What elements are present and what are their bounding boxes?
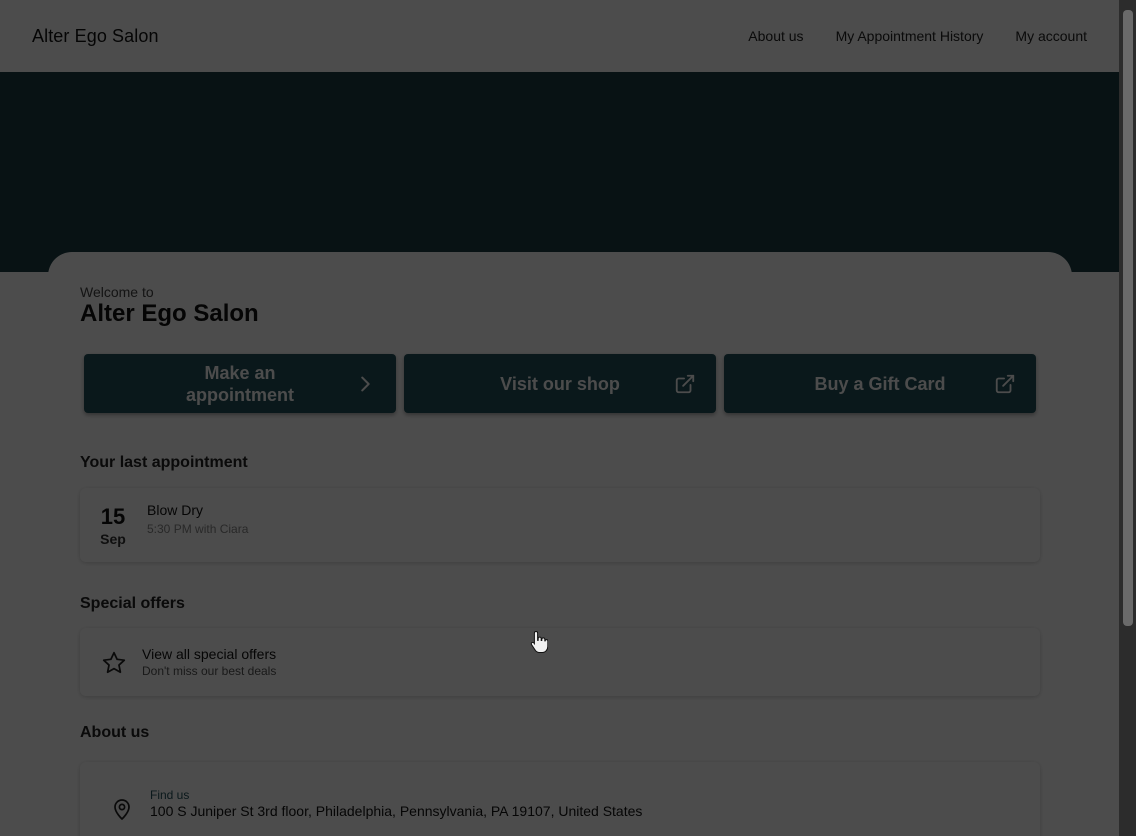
top-navigation: Alter Ego Salon About us My Appointment … (0, 0, 1119, 72)
nav-links: About us My Appointment History My accou… (748, 28, 1087, 44)
nav-link-appointment-history[interactable]: My Appointment History (836, 28, 984, 44)
external-link-icon (675, 374, 695, 393)
last-appointment-heading: Your last appointment (80, 454, 248, 471)
special-offers-subtitle: Don't miss our best deals (142, 664, 277, 678)
welcome-title: Alter Ego Salon (80, 300, 259, 327)
brand-logo-text[interactable]: Alter Ego Salon (32, 26, 159, 47)
salon-address: 100 S Juniper St 3rd floor, Philadelphia… (150, 803, 643, 819)
special-offers-heading: Special offers (80, 595, 185, 612)
last-appointment-card[interactable]: 15 Sep Blow Dry 5:30 PM with Ciara (80, 488, 1040, 562)
appointment-service: Blow Dry (147, 502, 204, 518)
about-us-heading: About us (80, 724, 150, 741)
appointment-day: 15 (100, 504, 126, 529)
map-pin-icon (114, 799, 130, 820)
visit-shop-label: Visit our shop (500, 373, 620, 394)
special-offers-card[interactable]: View all special offers Don't miss our b… (80, 628, 1040, 696)
vertical-scrollbar[interactable] (1119, 0, 1136, 836)
scrollbar-thumb[interactable] (1123, 10, 1133, 626)
appointment-meta: 5:30 PM with Ciara (147, 522, 249, 536)
special-offers-title: View all special offers (142, 646, 277, 662)
make-appointment-label: Make an appointment (186, 362, 294, 405)
chevron-right-icon (361, 376, 370, 391)
hand-cursor-icon (530, 630, 548, 653)
find-us-card[interactable]: Find us 100 S Juniper St 3rd floor, Phil… (80, 762, 1040, 836)
make-appointment-button[interactable]: Make an appointment (84, 354, 396, 413)
buy-gift-card-button[interactable]: Buy a Gift Card (724, 354, 1036, 413)
visit-shop-button[interactable]: Visit our shop (404, 354, 716, 413)
page-viewport: Alter Ego Salon About us My Appointment … (0, 0, 1119, 836)
nav-link-my-account[interactable]: My account (1015, 28, 1087, 44)
main-card: Welcome to Alter Ego Salon Make an appoi… (48, 252, 1072, 836)
welcome-subtitle: Welcome to (80, 284, 154, 300)
action-buttons: Make an appointment Visit our shop Buy a… (84, 354, 1036, 413)
appointment-month: Sep (100, 531, 126, 547)
external-link-icon (995, 374, 1015, 393)
buy-gift-card-label: Buy a Gift Card (814, 373, 946, 394)
nav-link-about-us[interactable]: About us (748, 28, 803, 44)
hero-banner (0, 72, 1119, 272)
find-us-label: Find us (150, 788, 190, 802)
star-icon (102, 651, 126, 674)
